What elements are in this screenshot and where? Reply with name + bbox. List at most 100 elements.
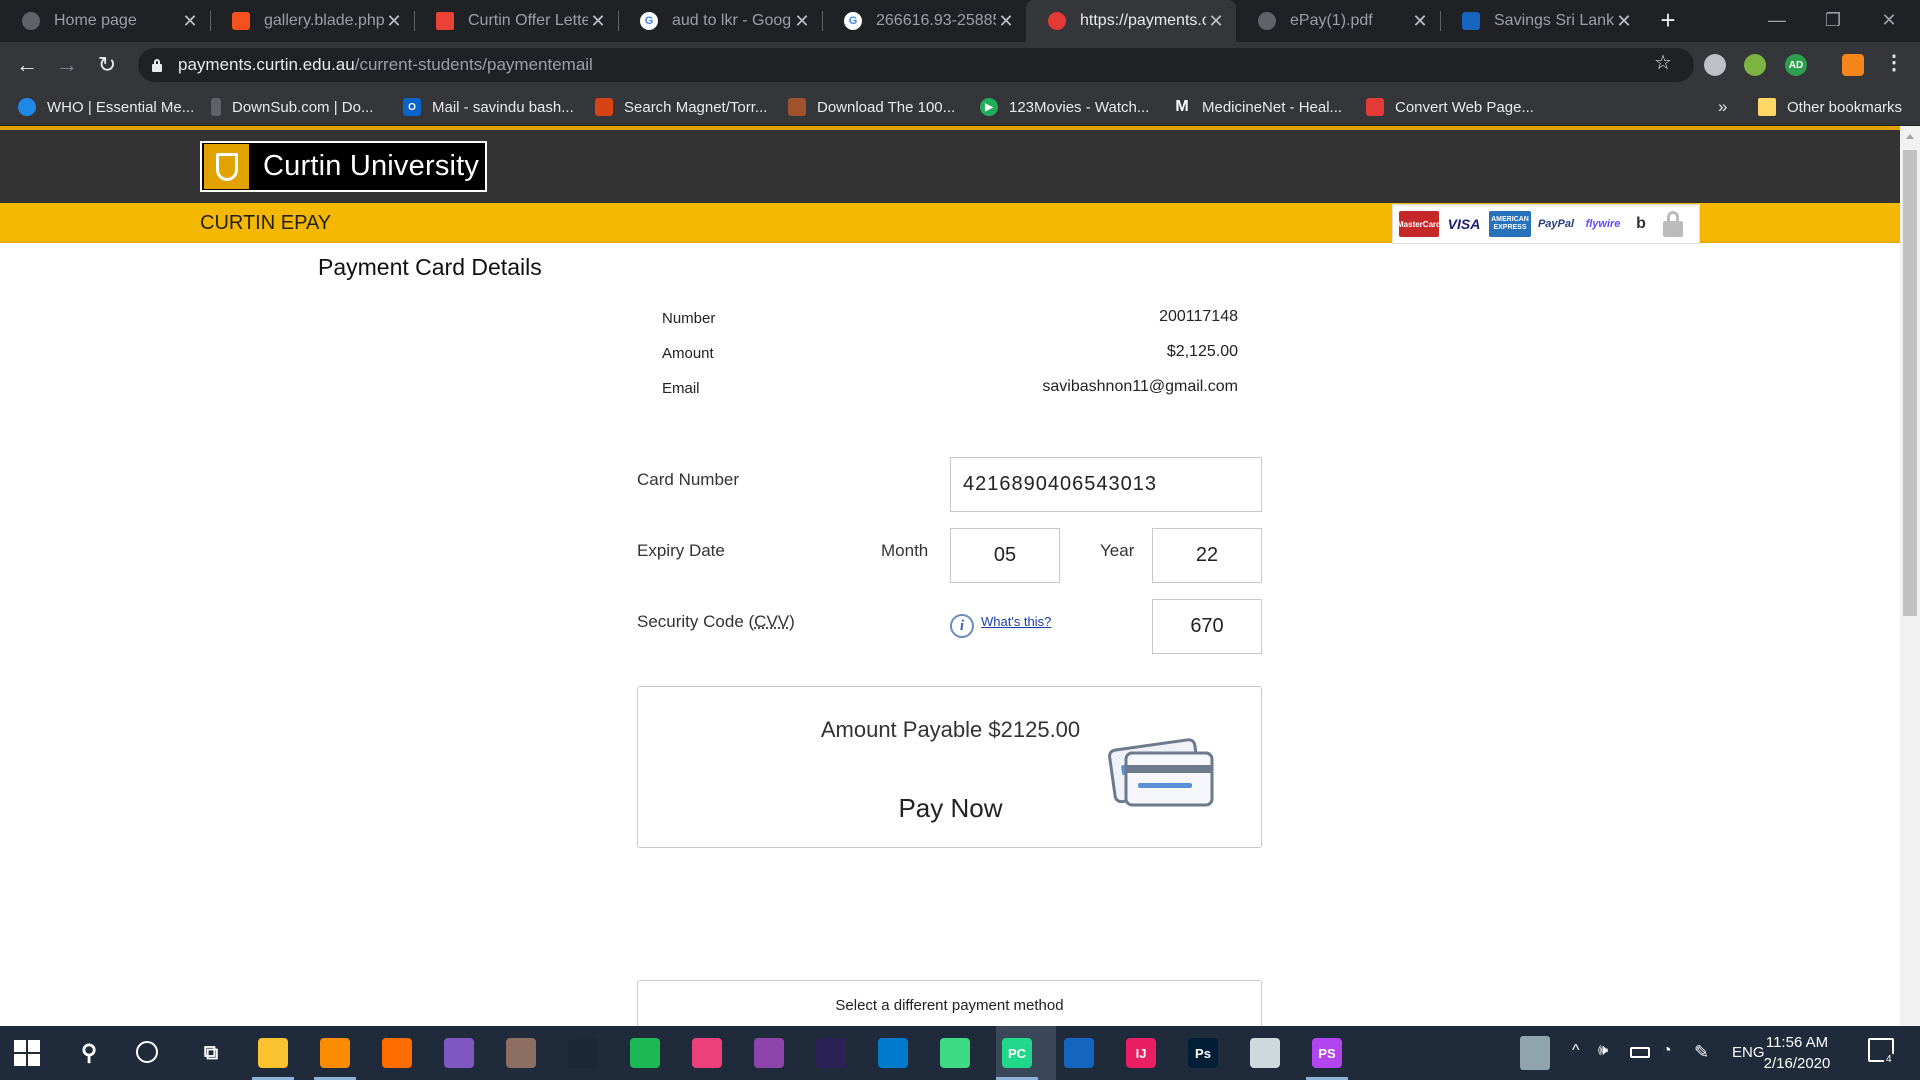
globe-icon: [1258, 12, 1276, 30]
system-clock[interactable]: 11:56 AM 2/16/2020: [1752, 1032, 1842, 1074]
task-view-icon[interactable]: ⧉: [196, 1038, 226, 1068]
paint-icon[interactable]: [1250, 1038, 1280, 1068]
new-tab-button[interactable]: +: [1656, 0, 1680, 42]
pycharm-icon[interactable]: PC: [1002, 1038, 1032, 1068]
select-different-payment-button[interactable]: Select a different payment method: [637, 980, 1262, 1026]
steam-icon[interactable]: [568, 1038, 598, 1068]
close-tab-icon[interactable]: ✕: [1614, 11, 1634, 32]
windows-start-icon[interactable]: [14, 1040, 40, 1066]
url-host: payments.curtin.edu.au: [178, 55, 355, 74]
photoshop-icon[interactable]: Ps: [1188, 1038, 1218, 1068]
address-bar[interactable]: payments.curtin.edu.au/current-students/…: [138, 48, 1694, 82]
visual-studio-icon[interactable]: [444, 1038, 474, 1068]
google-icon: G: [640, 12, 658, 30]
close-tab-icon[interactable]: ✕: [792, 11, 812, 32]
recycle-bin-icon[interactable]: [1520, 1036, 1550, 1070]
whats-this-link[interactable]: What's this?: [981, 614, 1051, 629]
page-scrollbar[interactable]: [1900, 126, 1920, 1026]
close-tab-icon[interactable]: ✕: [180, 11, 200, 32]
tab-title: 266616.93-258851: [876, 12, 996, 29]
close-tab-icon[interactable]: ✕: [996, 11, 1016, 32]
vscode-icon[interactable]: [878, 1038, 908, 1068]
close-window-button[interactable]: ✕: [1861, 0, 1917, 42]
tab-epay-pdf[interactable]: ePay(1).pdf ✕: [1236, 0, 1441, 42]
cvv-input[interactable]: [1152, 599, 1262, 654]
tab-home-page[interactable]: Home page ✕: [0, 0, 211, 42]
itunes-icon[interactable]: [692, 1038, 722, 1068]
bookmark-medicinenet[interactable]: M MedicineNet - Heal...: [1173, 88, 1342, 126]
pen-icon[interactable]: ✎: [1694, 1042, 1709, 1063]
wifi-icon[interactable]: ◔: [1662, 1042, 1672, 1060]
tab-title: aud to lkr - Googl: [672, 12, 792, 29]
restore-window-button[interactable]: ❐: [1805, 0, 1861, 42]
close-tab-icon[interactable]: ✕: [384, 11, 404, 32]
bookmarks-overflow-button[interactable]: »: [1718, 88, 1727, 126]
notification-count-badge: 4: [1884, 1054, 1894, 1065]
ccleaner-icon[interactable]: [1064, 1038, 1094, 1068]
tab-curtin-offer-letter[interactable]: Curtin Offer Letter ✕: [414, 0, 619, 42]
github-desktop-icon[interactable]: [754, 1038, 784, 1068]
adguard-extension-icon[interactable]: AD: [1785, 54, 1807, 76]
green-extension-icon[interactable]: [1744, 54, 1766, 76]
cortana-icon[interactable]: [136, 1041, 158, 1063]
expiry-month-input[interactable]: [950, 528, 1060, 583]
drive-extension-icon[interactable]: [1704, 54, 1726, 76]
bookmark-label: Convert Web Page...: [1395, 98, 1534, 116]
folder-icon: [1758, 98, 1776, 116]
other-bookmarks-folder[interactable]: Other bookmarks: [1758, 88, 1902, 126]
gmail-icon: [436, 12, 454, 30]
brave-browser-icon[interactable]: [320, 1038, 350, 1068]
reload-icon[interactable]: ↻: [91, 49, 123, 81]
card-number-input[interactable]: [950, 457, 1262, 512]
android-studio-icon[interactable]: [940, 1038, 970, 1068]
bookmark-search-magnet[interactable]: Search Magnet/Torr...: [595, 88, 767, 126]
back-arrow-icon[interactable]: ←: [11, 49, 43, 81]
winrar-icon[interactable]: [506, 1038, 536, 1068]
bookmark-outlook-mail[interactable]: O Mail - savindu bash...: [403, 88, 574, 126]
year-label: Year: [1100, 541, 1135, 560]
bookmark-star-icon[interactable]: ☆: [1654, 50, 1672, 75]
bookmark-convert-web-page[interactable]: Convert Web Page...: [1366, 88, 1534, 126]
security-code-label-suffix: ): [789, 612, 795, 631]
tab-calculation[interactable]: G 266616.93-258851 ✕: [822, 0, 1026, 42]
bookmark-123movies[interactable]: ▶ 123Movies - Watch...: [980, 88, 1149, 126]
show-hidden-icons-icon[interactable]: ^: [1572, 1042, 1580, 1060]
curtin-logo[interactable]: Curtin University: [200, 141, 487, 192]
expiry-year-input[interactable]: [1152, 528, 1262, 583]
browser-toolbar: ← → ↻ payments.curtin.edu.au/current-stu…: [0, 42, 1920, 88]
pay-now-button[interactable]: Amount Payable $2125.00 Pay Now: [637, 686, 1262, 848]
metamask-extension-icon[interactable]: [1842, 54, 1864, 76]
curtin-icon: [1048, 12, 1066, 30]
intellij-icon[interactable]: IJ: [1126, 1038, 1156, 1068]
bookmark-downsub[interactable]: DownSub.com | Do...: [211, 88, 373, 126]
battery-icon[interactable]: [1630, 1047, 1650, 1058]
bookmark-label: Search Magnet/Torr...: [624, 98, 768, 116]
close-tab-icon[interactable]: ✕: [1206, 11, 1226, 32]
close-tab-icon[interactable]: ✕: [1410, 11, 1430, 32]
info-icon[interactable]: i: [950, 614, 974, 638]
secure-padlock-icon: [1663, 211, 1683, 237]
security-code-label: Security Code (CVV): [637, 612, 795, 632]
phpstorm-icon[interactable]: PS: [1312, 1038, 1342, 1068]
firefox-icon[interactable]: [382, 1038, 412, 1068]
tab-payments-active[interactable]: https://payments.c ✕: [1026, 0, 1236, 42]
bookmark-download-the-100[interactable]: Download The 100...: [788, 88, 955, 126]
tab-gallery-blade[interactable]: gallery.blade.php ✕: [210, 0, 415, 42]
tab-aud-to-lkr[interactable]: G aud to lkr - Googl ✕: [618, 0, 823, 42]
scrollbar-thumb[interactable]: [1903, 150, 1917, 616]
scroll-up-arrow-icon[interactable]: [1906, 134, 1914, 139]
eclipse-icon[interactable]: [816, 1038, 846, 1068]
browser-tab-strip: Home page ✕ gallery.blade.php ✕ Curtin O…: [0, 0, 1920, 42]
minimize-window-button[interactable]: —: [1749, 0, 1805, 42]
spotify-icon[interactable]: [630, 1038, 660, 1068]
accepted-payment-logos: MasterCard VISA AMERICAN EXPRESS PayPal …: [1392, 204, 1700, 244]
bookmark-who[interactable]: WHO | Essential Me...: [18, 88, 194, 126]
file-explorer-icon[interactable]: [258, 1038, 288, 1068]
tab-savings-sri-lanka[interactable]: Savings Sri Lanka | ✕: [1440, 0, 1644, 42]
search-icon[interactable]: ⚲: [74, 1038, 104, 1068]
forward-arrow-icon[interactable]: →: [51, 49, 83, 81]
volume-icon[interactable]: 🕪: [1598, 1042, 1608, 1060]
close-tab-icon[interactable]: ✕: [588, 11, 608, 32]
summary-value: 200117148: [1159, 308, 1238, 325]
browser-menu-icon[interactable]: ⋮: [1884, 50, 1904, 75]
